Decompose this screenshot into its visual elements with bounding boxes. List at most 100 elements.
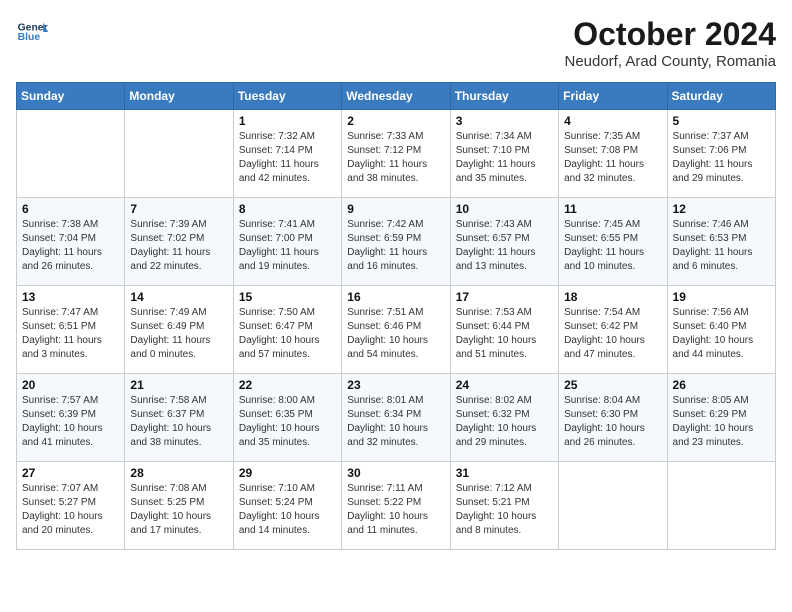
day-info: Sunrise: 8:01 AM Sunset: 6:34 PM Dayligh… bbox=[347, 394, 444, 450]
calendar-cell: 13 Sunrise: 7:47 AM Sunset: 6:51 PM Dayli… bbox=[17, 286, 125, 374]
location-title: Neudorf, Arad County, Romania bbox=[564, 53, 776, 70]
calendar-cell bbox=[17, 110, 125, 198]
weekday-header-thursday: Thursday bbox=[450, 83, 558, 110]
calendar-cell: 29 Sunrise: 7:10 AM Sunset: 5:24 PM Dayli… bbox=[233, 462, 341, 550]
day-info: Sunrise: 7:57 AM Sunset: 6:39 PM Dayligh… bbox=[22, 394, 119, 450]
calendar-cell: 2Sunrise: 7:33 AM Sunset: 7:12 PM Daylig… bbox=[342, 110, 450, 198]
calendar-cell: 15 Sunrise: 7:50 AM Sunset: 6:47 PM Dayli… bbox=[233, 286, 341, 374]
weekday-header-friday: Friday bbox=[559, 83, 667, 110]
calendar-cell: 31Sunrise: 7:12 AM Sunset: 5:21 PM Dayli… bbox=[450, 462, 558, 550]
day-info: Sunrise: 7:37 AM Sunset: 7:06 PM Dayligh… bbox=[673, 130, 770, 186]
day-info: Sunrise: 7:50 AM Sunset: 6:47 PM Dayligh… bbox=[239, 306, 336, 362]
weekday-header-wednesday: Wednesday bbox=[342, 83, 450, 110]
calendar-cell: 17 Sunrise: 7:53 AM Sunset: 6:44 PM Dayli… bbox=[450, 286, 558, 374]
day-info: Sunrise: 7:38 AM Sunset: 7:04 PM Dayligh… bbox=[22, 218, 119, 274]
calendar-cell: 19Sunrise: 7:56 AM Sunset: 6:40 PM Dayli… bbox=[667, 286, 775, 374]
day-info: Sunrise: 7:12 AM Sunset: 5:21 PM Dayligh… bbox=[456, 482, 553, 538]
day-info: Sunrise: 7:54 AM Sunset: 6:42 PM Dayligh… bbox=[564, 306, 661, 362]
calendar-cell: 30 Sunrise: 7:11 AM Sunset: 5:22 PM Dayli… bbox=[342, 462, 450, 550]
calendar-cell bbox=[559, 462, 667, 550]
day-number: 15 bbox=[239, 290, 336, 304]
calendar-cell: 4Sunrise: 7:35 AM Sunset: 7:08 PM Daylig… bbox=[559, 110, 667, 198]
calendar-cell: 6 Sunrise: 7:38 AM Sunset: 7:04 PM Daylig… bbox=[17, 198, 125, 286]
day-info: Sunrise: 7:43 AM Sunset: 6:57 PM Dayligh… bbox=[456, 218, 553, 274]
day-info: Sunrise: 7:32 AM Sunset: 7:14 PM Dayligh… bbox=[239, 130, 336, 186]
day-info: Sunrise: 7:51 AM Sunset: 6:46 PM Dayligh… bbox=[347, 306, 444, 362]
weekday-header-monday: Monday bbox=[125, 83, 233, 110]
day-number: 27 bbox=[22, 466, 119, 480]
day-info: Sunrise: 7:56 AM Sunset: 6:40 PM Dayligh… bbox=[673, 306, 770, 362]
day-info: Sunrise: 8:02 AM Sunset: 6:32 PM Dayligh… bbox=[456, 394, 553, 450]
day-number: 23 bbox=[347, 378, 444, 392]
day-number: 12 bbox=[673, 202, 770, 216]
day-info: Sunrise: 7:46 AM Sunset: 6:53 PM Dayligh… bbox=[673, 218, 770, 274]
day-info: Sunrise: 7:10 AM Sunset: 5:24 PM Dayligh… bbox=[239, 482, 336, 538]
calendar-cell: 12 Sunrise: 7:46 AM Sunset: 6:53 PM Dayli… bbox=[667, 198, 775, 286]
calendar-cell: 5Sunrise: 7:37 AM Sunset: 7:06 PM Daylig… bbox=[667, 110, 775, 198]
day-number: 30 bbox=[347, 466, 444, 480]
day-number: 9 bbox=[347, 202, 444, 216]
calendar-cell bbox=[667, 462, 775, 550]
day-info: Sunrise: 7:08 AM Sunset: 5:25 PM Dayligh… bbox=[130, 482, 227, 538]
day-info: Sunrise: 7:47 AM Sunset: 6:51 PM Dayligh… bbox=[22, 306, 119, 362]
day-info: Sunrise: 7:49 AM Sunset: 6:49 PM Dayligh… bbox=[130, 306, 227, 362]
day-number: 26 bbox=[673, 378, 770, 392]
svg-text:Blue: Blue bbox=[18, 32, 41, 43]
day-info: Sunrise: 7:11 AM Sunset: 5:22 PM Dayligh… bbox=[347, 482, 444, 538]
day-number: 24 bbox=[456, 378, 553, 392]
calendar-cell: 25 Sunrise: 8:04 AM Sunset: 6:30 PM Dayli… bbox=[559, 374, 667, 462]
day-number: 25 bbox=[564, 378, 661, 392]
day-number: 14 bbox=[130, 290, 227, 304]
day-number: 22 bbox=[239, 378, 336, 392]
calendar-cell: 9 Sunrise: 7:42 AM Sunset: 6:59 PM Daylig… bbox=[342, 198, 450, 286]
calendar-cell: 14 Sunrise: 7:49 AM Sunset: 6:49 PM Dayli… bbox=[125, 286, 233, 374]
day-number: 13 bbox=[22, 290, 119, 304]
day-number: 21 bbox=[130, 378, 227, 392]
day-info: Sunrise: 7:39 AM Sunset: 7:02 PM Dayligh… bbox=[130, 218, 227, 274]
calendar-cell: 27 Sunrise: 7:07 AM Sunset: 5:27 PM Dayli… bbox=[17, 462, 125, 550]
calendar-cell: 16 Sunrise: 7:51 AM Sunset: 6:46 PM Dayli… bbox=[342, 286, 450, 374]
logo: General Blue bbox=[16, 16, 48, 48]
calendar-cell: 22 Sunrise: 8:00 AM Sunset: 6:35 PM Dayli… bbox=[233, 374, 341, 462]
day-number: 18 bbox=[564, 290, 661, 304]
calendar-cell: 7Sunrise: 7:39 AM Sunset: 7:02 PM Daylig… bbox=[125, 198, 233, 286]
calendar-cell: 20 Sunrise: 7:57 AM Sunset: 6:39 PM Dayli… bbox=[17, 374, 125, 462]
day-number: 28 bbox=[130, 466, 227, 480]
day-number: 20 bbox=[22, 378, 119, 392]
calendar-cell bbox=[125, 110, 233, 198]
day-info: Sunrise: 8:00 AM Sunset: 6:35 PM Dayligh… bbox=[239, 394, 336, 450]
day-number: 16 bbox=[347, 290, 444, 304]
logo-icon: General Blue bbox=[16, 16, 48, 48]
day-number: 29 bbox=[239, 466, 336, 480]
day-info: Sunrise: 7:42 AM Sunset: 6:59 PM Dayligh… bbox=[347, 218, 444, 274]
day-info: Sunrise: 7:07 AM Sunset: 5:27 PM Dayligh… bbox=[22, 482, 119, 538]
week-row-2: 6 Sunrise: 7:38 AM Sunset: 7:04 PM Daylig… bbox=[17, 198, 776, 286]
day-number: 2 bbox=[347, 114, 444, 128]
day-info: Sunrise: 7:45 AM Sunset: 6:55 PM Dayligh… bbox=[564, 218, 661, 274]
calendar-cell: 18 Sunrise: 7:54 AM Sunset: 6:42 PM Dayli… bbox=[559, 286, 667, 374]
day-number: 8 bbox=[239, 202, 336, 216]
month-title: October 2024 bbox=[564, 16, 776, 53]
day-number: 1 bbox=[239, 114, 336, 128]
calendar-table: SundayMondayTuesdayWednesdayThursdayFrid… bbox=[16, 82, 776, 550]
day-number: 10 bbox=[456, 202, 553, 216]
calendar-cell: 1 Sunrise: 7:32 AM Sunset: 7:14 PM Daylig… bbox=[233, 110, 341, 198]
day-info: Sunrise: 7:41 AM Sunset: 7:00 PM Dayligh… bbox=[239, 218, 336, 274]
day-info: Sunrise: 8:05 AM Sunset: 6:29 PM Dayligh… bbox=[673, 394, 770, 450]
day-info: Sunrise: 7:34 AM Sunset: 7:10 PM Dayligh… bbox=[456, 130, 553, 186]
calendar-cell: 28 Sunrise: 7:08 AM Sunset: 5:25 PM Dayli… bbox=[125, 462, 233, 550]
weekday-header-sunday: Sunday bbox=[17, 83, 125, 110]
week-row-3: 13 Sunrise: 7:47 AM Sunset: 6:51 PM Dayli… bbox=[17, 286, 776, 374]
calendar-cell: 8 Sunrise: 7:41 AM Sunset: 7:00 PM Daylig… bbox=[233, 198, 341, 286]
day-number: 11 bbox=[564, 202, 661, 216]
day-info: Sunrise: 8:04 AM Sunset: 6:30 PM Dayligh… bbox=[564, 394, 661, 450]
day-number: 6 bbox=[22, 202, 119, 216]
day-info: Sunrise: 7:35 AM Sunset: 7:08 PM Dayligh… bbox=[564, 130, 661, 186]
day-number: 17 bbox=[456, 290, 553, 304]
calendar-header: SundayMondayTuesdayWednesdayThursdayFrid… bbox=[17, 83, 776, 110]
calendar-cell: 21Sunrise: 7:58 AM Sunset: 6:37 PM Dayli… bbox=[125, 374, 233, 462]
week-row-4: 20 Sunrise: 7:57 AM Sunset: 6:39 PM Dayli… bbox=[17, 374, 776, 462]
calendar-cell: 26 Sunrise: 8:05 AM Sunset: 6:29 PM Dayli… bbox=[667, 374, 775, 462]
day-info: Sunrise: 7:53 AM Sunset: 6:44 PM Dayligh… bbox=[456, 306, 553, 362]
weekday-header-tuesday: Tuesday bbox=[233, 83, 341, 110]
